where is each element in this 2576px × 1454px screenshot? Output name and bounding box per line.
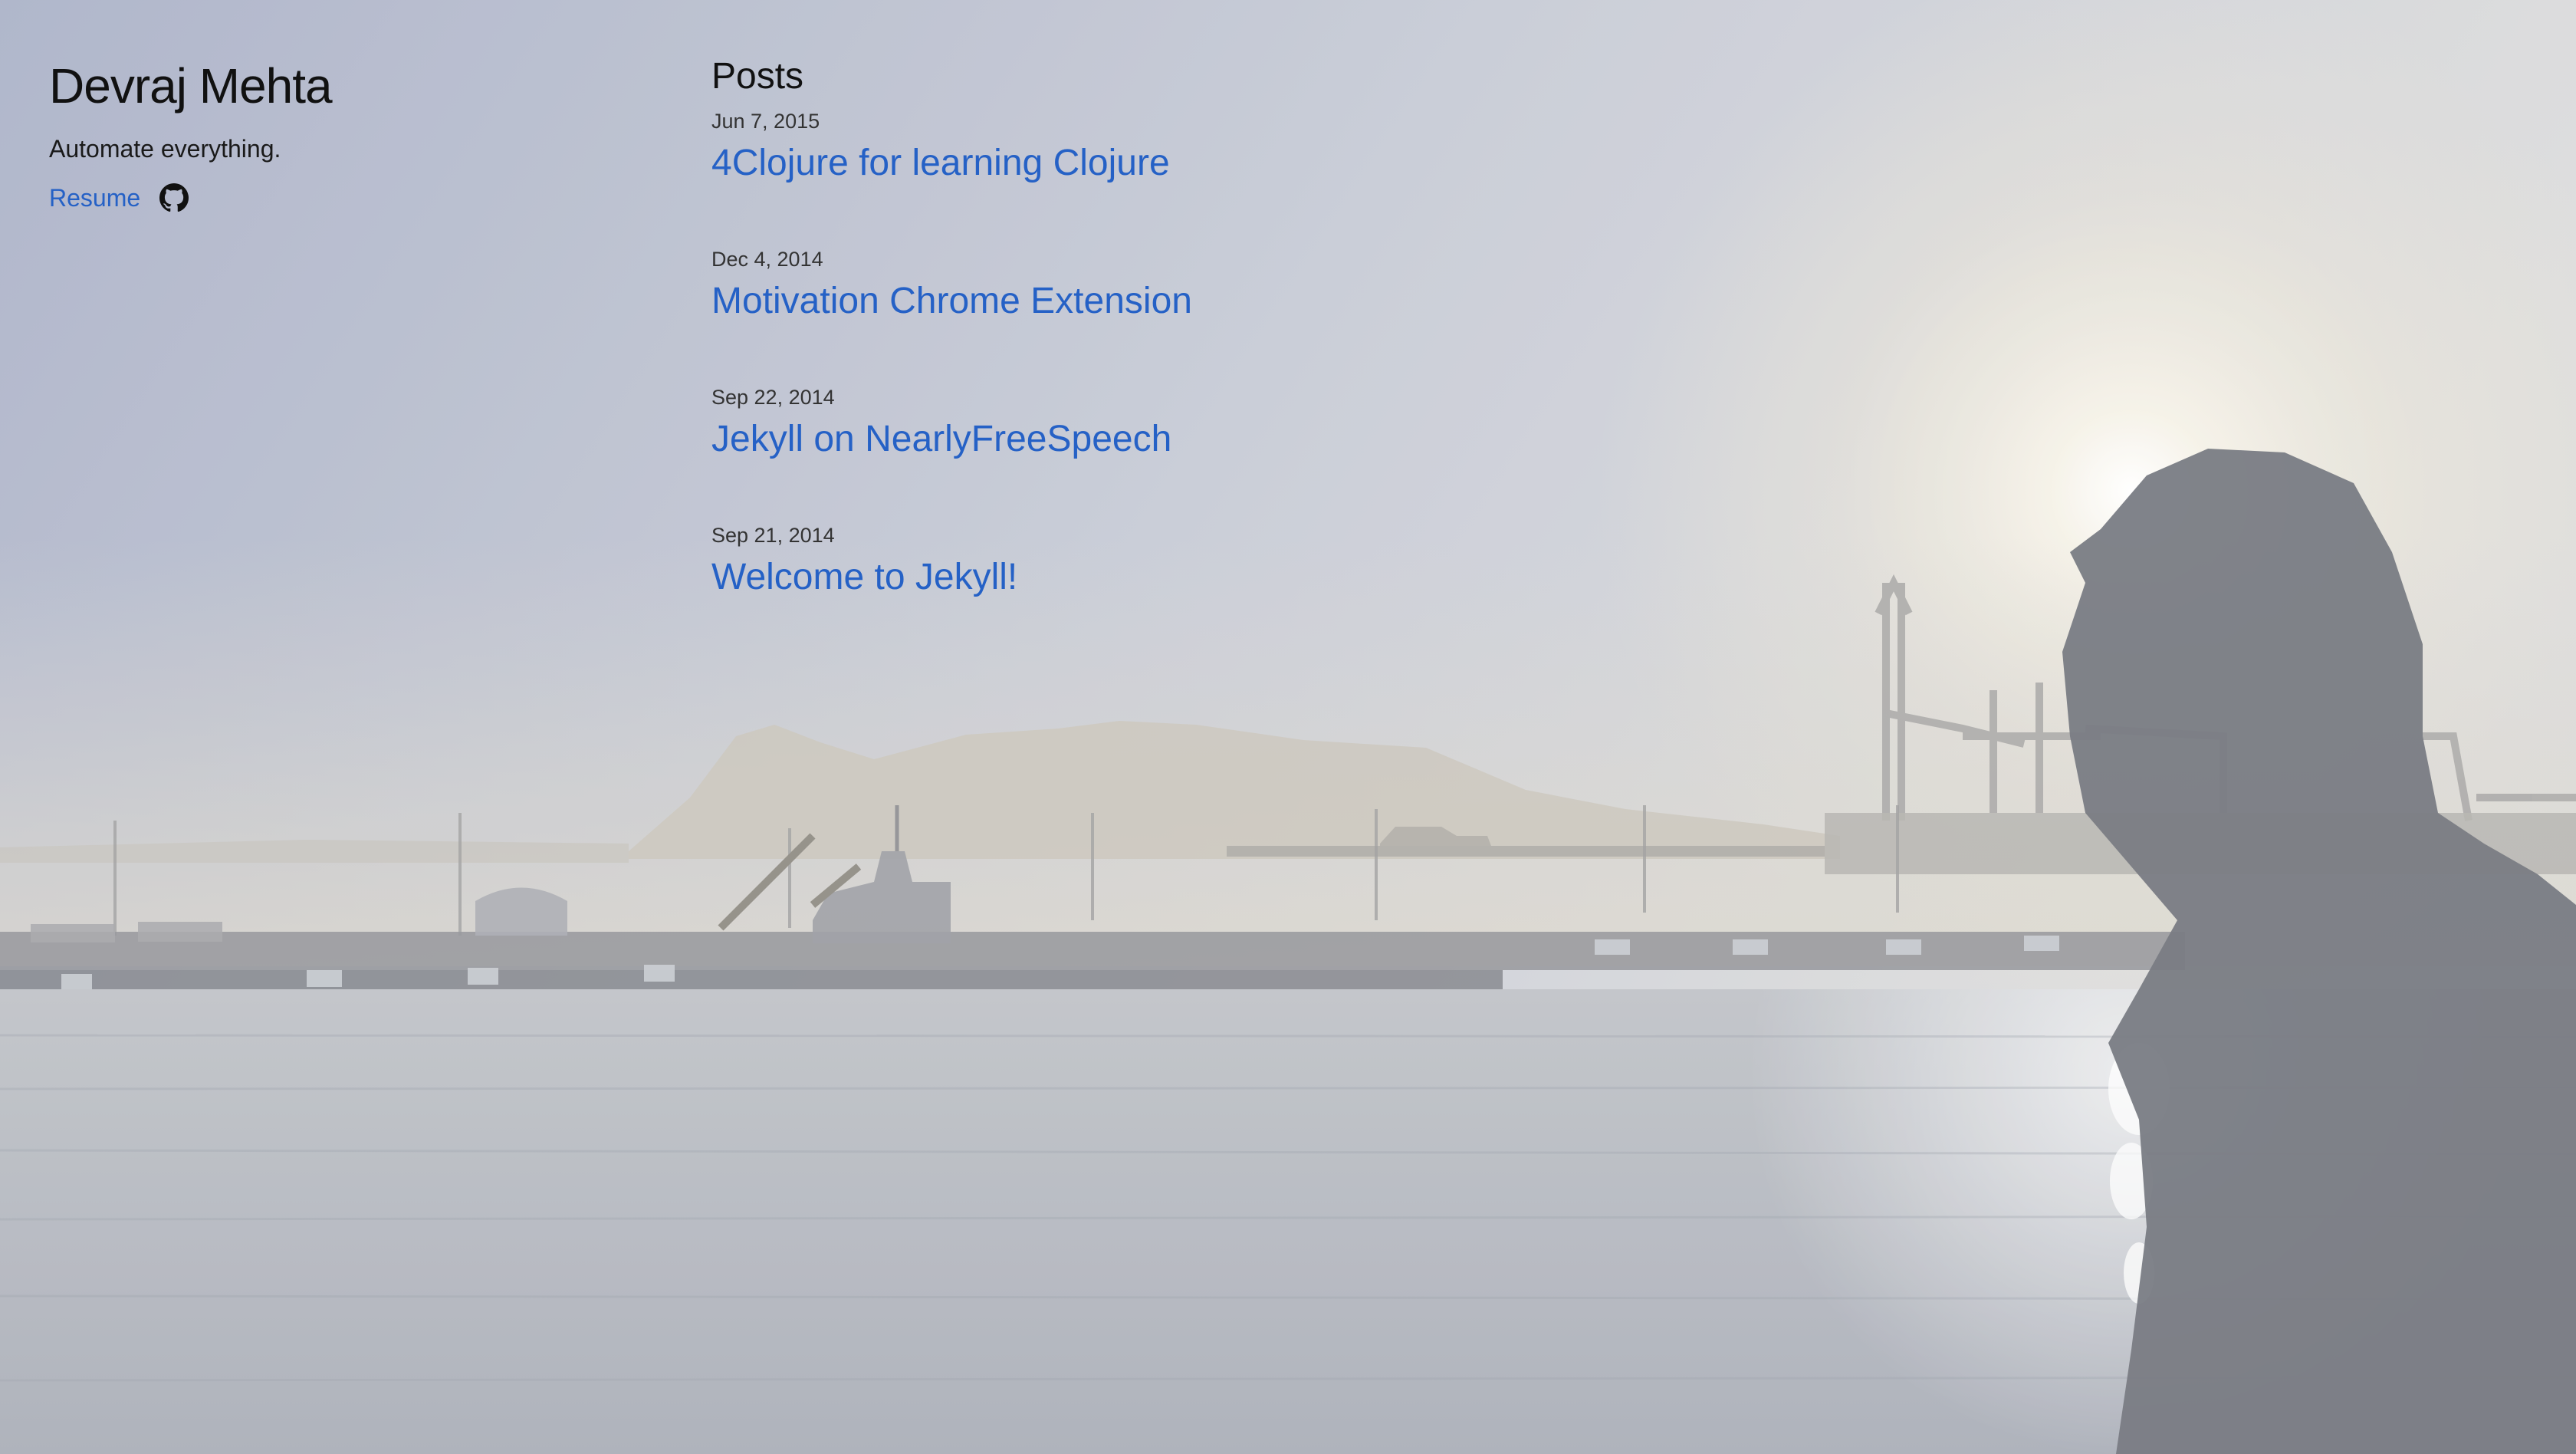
post-date: Sep 22, 2014 — [711, 386, 835, 409]
post-title-link[interactable]: Jekyll on NearlyFreeSpeech — [711, 417, 1785, 462]
post-date: Sep 21, 2014 — [711, 524, 835, 547]
post-date: Jun 7, 2015 — [711, 110, 820, 133]
post-list: Jun 7, 2015 4Clojure for learning Clojur… — [711, 107, 1785, 660]
posts-heading: Posts — [711, 56, 804, 97]
post-title-link[interactable]: 4Clojure for learning Clojure — [711, 141, 1785, 186]
profile-links: Resume — [49, 179, 632, 216]
post-item: Jun 7, 2015 4Clojure for learning Clojur… — [711, 107, 1785, 245]
post-item: Dec 4, 2014 Motivation Chrome Extension — [711, 245, 1785, 383]
github-link[interactable] — [159, 183, 189, 213]
post-item: Sep 22, 2014 Jekyll on NearlyFreeSpeech — [711, 383, 1785, 521]
post-item: Sep 21, 2014 Welcome to Jekyll! — [711, 521, 1785, 660]
github-icon — [159, 183, 189, 212]
site-title[interactable]: Devraj Mehta — [49, 55, 632, 117]
sidebar: Devraj Mehta Automate everything. Resume — [49, 55, 632, 216]
site-tagline: Automate everything. — [49, 135, 281, 163]
post-date: Dec 4, 2014 — [711, 248, 823, 271]
posts-section: Posts Jun 7, 2015 4Clojure for learning … — [711, 54, 1785, 660]
resume-link[interactable]: Resume — [49, 184, 140, 212]
post-title-link[interactable]: Motivation Chrome Extension — [711, 279, 1785, 324]
post-title-link[interactable]: Welcome to Jekyll! — [711, 555, 1785, 600]
